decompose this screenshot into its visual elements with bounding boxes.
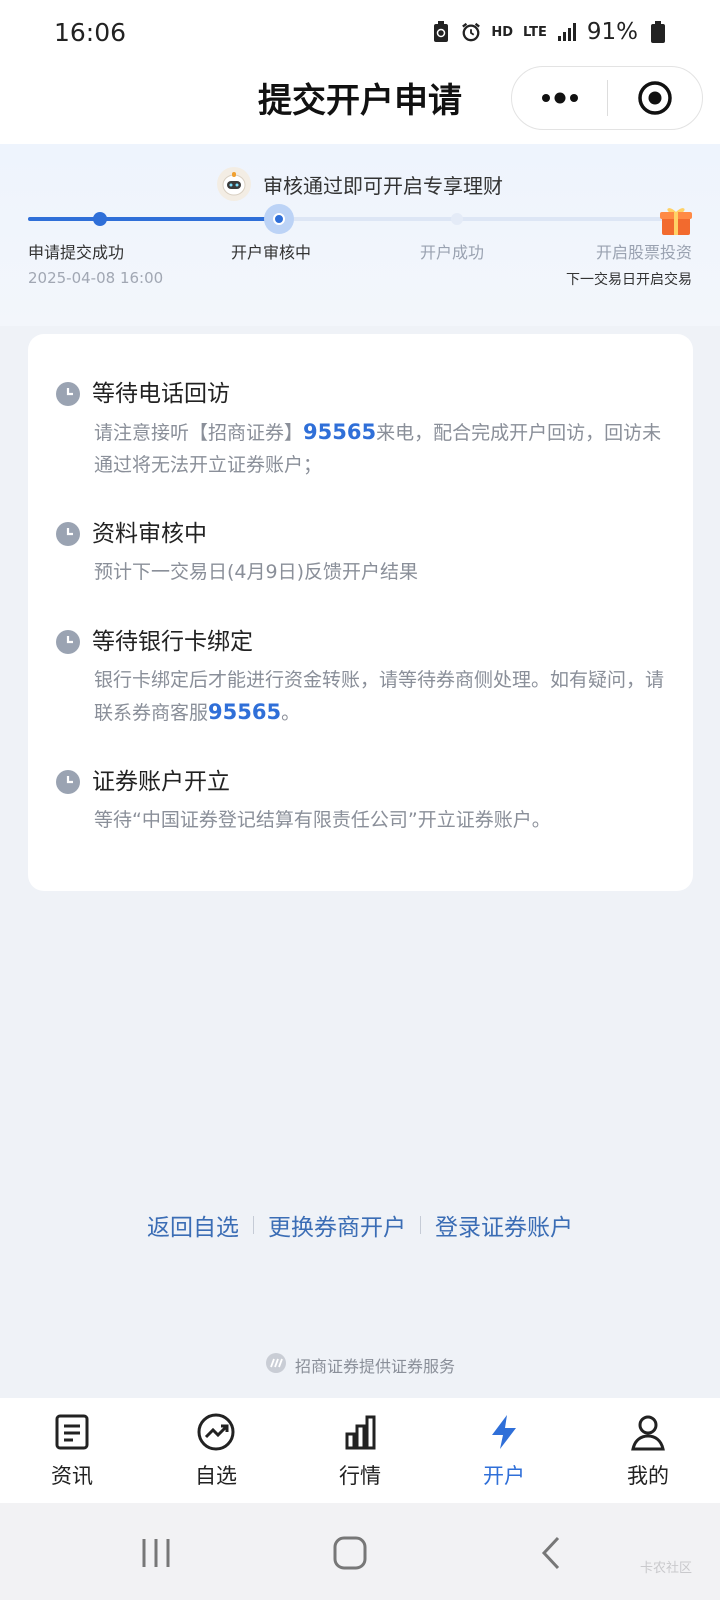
item-desc: 请注意接听【招商证券】95565来电，配合完成开户回访，回访未通过将无法开立证券… bbox=[94, 420, 662, 476]
step-next-trading-note: 下一交易日开启交易 bbox=[566, 272, 692, 288]
lightning-icon bbox=[484, 1412, 524, 1452]
battery-percent: 91% bbox=[586, 19, 638, 45]
step-dot-pending bbox=[451, 213, 463, 225]
service-phone-number[interactable]: 95565 bbox=[303, 420, 376, 444]
clock-icon bbox=[56, 770, 80, 794]
target-icon bbox=[638, 81, 672, 115]
change-broker-link[interactable]: 更换券商开户 bbox=[268, 1208, 406, 1242]
tab-news[interactable]: 资讯 bbox=[0, 1398, 144, 1503]
tab-label: 行情 bbox=[339, 1464, 381, 1488]
clock-icon bbox=[56, 522, 80, 546]
tab-label: 开户 bbox=[483, 1464, 525, 1488]
home-icon bbox=[333, 1536, 367, 1570]
watermark-text: 卡农社区 bbox=[639, 1561, 692, 1576]
item-title: 等待电话回访 bbox=[92, 381, 230, 407]
item-desc: 预计下一交易日(4月9日)反馈开户结果 bbox=[94, 561, 419, 583]
tab-profile[interactable]: 我的 bbox=[576, 1398, 720, 1503]
more-dots-icon bbox=[541, 92, 578, 104]
item-title: 证券账户开立 bbox=[92, 769, 230, 795]
item-title: 等待银行卡绑定 bbox=[92, 629, 253, 655]
news-icon bbox=[52, 1412, 92, 1452]
status-time: 16:06 bbox=[54, 17, 127, 47]
progress-track-fill bbox=[28, 217, 280, 221]
tab-market[interactable]: 行情 bbox=[288, 1398, 432, 1503]
hd-label: HD bbox=[491, 24, 513, 40]
user-icon bbox=[628, 1412, 668, 1452]
step-dot-current bbox=[273, 213, 285, 225]
lte-label: LTE bbox=[522, 24, 547, 40]
provider-note: 招商证券提供证券服务 bbox=[0, 1352, 720, 1378]
close-miniapp-button[interactable] bbox=[608, 66, 702, 130]
review-status-card: 等待电话回访 请注意接听【招商证券】95565来电，配合完成开户回访，回访未通过… bbox=[28, 334, 693, 891]
item-desc: 银行卡绑定后才能进行资金转账，请等待券商侧处理。如有疑问，请联系券商客服9556… bbox=[94, 669, 665, 724]
miniapp-capsule bbox=[511, 66, 703, 130]
gift-icon[interactable] bbox=[659, 203, 692, 235]
step-submitted-date: 2025-04-08 16:00 bbox=[28, 269, 164, 287]
tab-watchlist[interactable]: 自选 bbox=[144, 1398, 288, 1503]
status-icons: HD LTE 91% bbox=[431, 19, 668, 45]
item-desc: 等待“中国证券登记结算有限责任公司”开立证券账户。 bbox=[94, 809, 551, 831]
tab-label: 自选 bbox=[195, 1464, 237, 1488]
recent-apps-icon bbox=[142, 1539, 170, 1567]
login-securities-link[interactable]: 登录证券账户 bbox=[435, 1208, 573, 1242]
recent-apps-button[interactable] bbox=[136, 1533, 176, 1573]
promo-text: 审核通过即可开启专享理财 bbox=[263, 173, 503, 198]
back-button[interactable] bbox=[532, 1533, 572, 1573]
tab-open-account[interactable]: 开户 bbox=[432, 1398, 576, 1503]
step-label-success: 开户成功 bbox=[420, 243, 485, 262]
home-button[interactable] bbox=[330, 1533, 370, 1573]
service-phone-number[interactable]: 95565 bbox=[208, 700, 281, 724]
step-label-stock-investment: 开启股票投资 bbox=[595, 243, 692, 262]
step-label-submitted: 申请提交成功 bbox=[28, 243, 125, 262]
trend-icon bbox=[196, 1412, 236, 1452]
bar-chart-icon bbox=[340, 1412, 380, 1452]
link-separator bbox=[253, 1216, 254, 1234]
progress-section: 审核通过即可开启专享理财 申请提交成功 开户审核中 开户成功 开启股票投资 20… bbox=[0, 144, 720, 326]
step-dot-done bbox=[93, 212, 107, 226]
bottom-tab-bar: 资讯 自选 行情 开户 我的 bbox=[0, 1398, 720, 1503]
back-to-watchlist-link[interactable]: 返回自选 bbox=[147, 1208, 239, 1242]
battery-icon bbox=[648, 21, 668, 43]
promo-banner[interactable]: 审核通过即可开启专享理财 bbox=[0, 164, 720, 204]
action-links: 返回自选 更换券商开户 登录证券账户 bbox=[0, 1205, 720, 1245]
link-separator bbox=[420, 1216, 421, 1234]
status-bar: 16:06 HD LTE 91% bbox=[0, 0, 720, 64]
nav-header: 提交开户申请 bbox=[0, 64, 720, 144]
step-label-reviewing: 开户审核中 bbox=[231, 243, 312, 262]
clock-icon bbox=[56, 630, 80, 654]
signal-icon bbox=[557, 22, 577, 42]
tab-label: 我的 bbox=[627, 1464, 669, 1488]
item-title: 资料审核中 bbox=[92, 521, 207, 547]
back-chevron-icon bbox=[541, 1536, 560, 1570]
alarm-icon bbox=[461, 22, 481, 42]
recycle-icon bbox=[431, 21, 451, 42]
more-button[interactable] bbox=[512, 66, 607, 130]
broker-logo-icon bbox=[265, 1352, 287, 1378]
provider-text: 招商证券提供证券服务 bbox=[294, 1357, 455, 1376]
tab-label: 资讯 bbox=[51, 1464, 93, 1488]
robot-avatar-icon bbox=[217, 167, 251, 201]
clock-icon bbox=[56, 382, 80, 406]
system-nav-bar bbox=[0, 1503, 720, 1600]
